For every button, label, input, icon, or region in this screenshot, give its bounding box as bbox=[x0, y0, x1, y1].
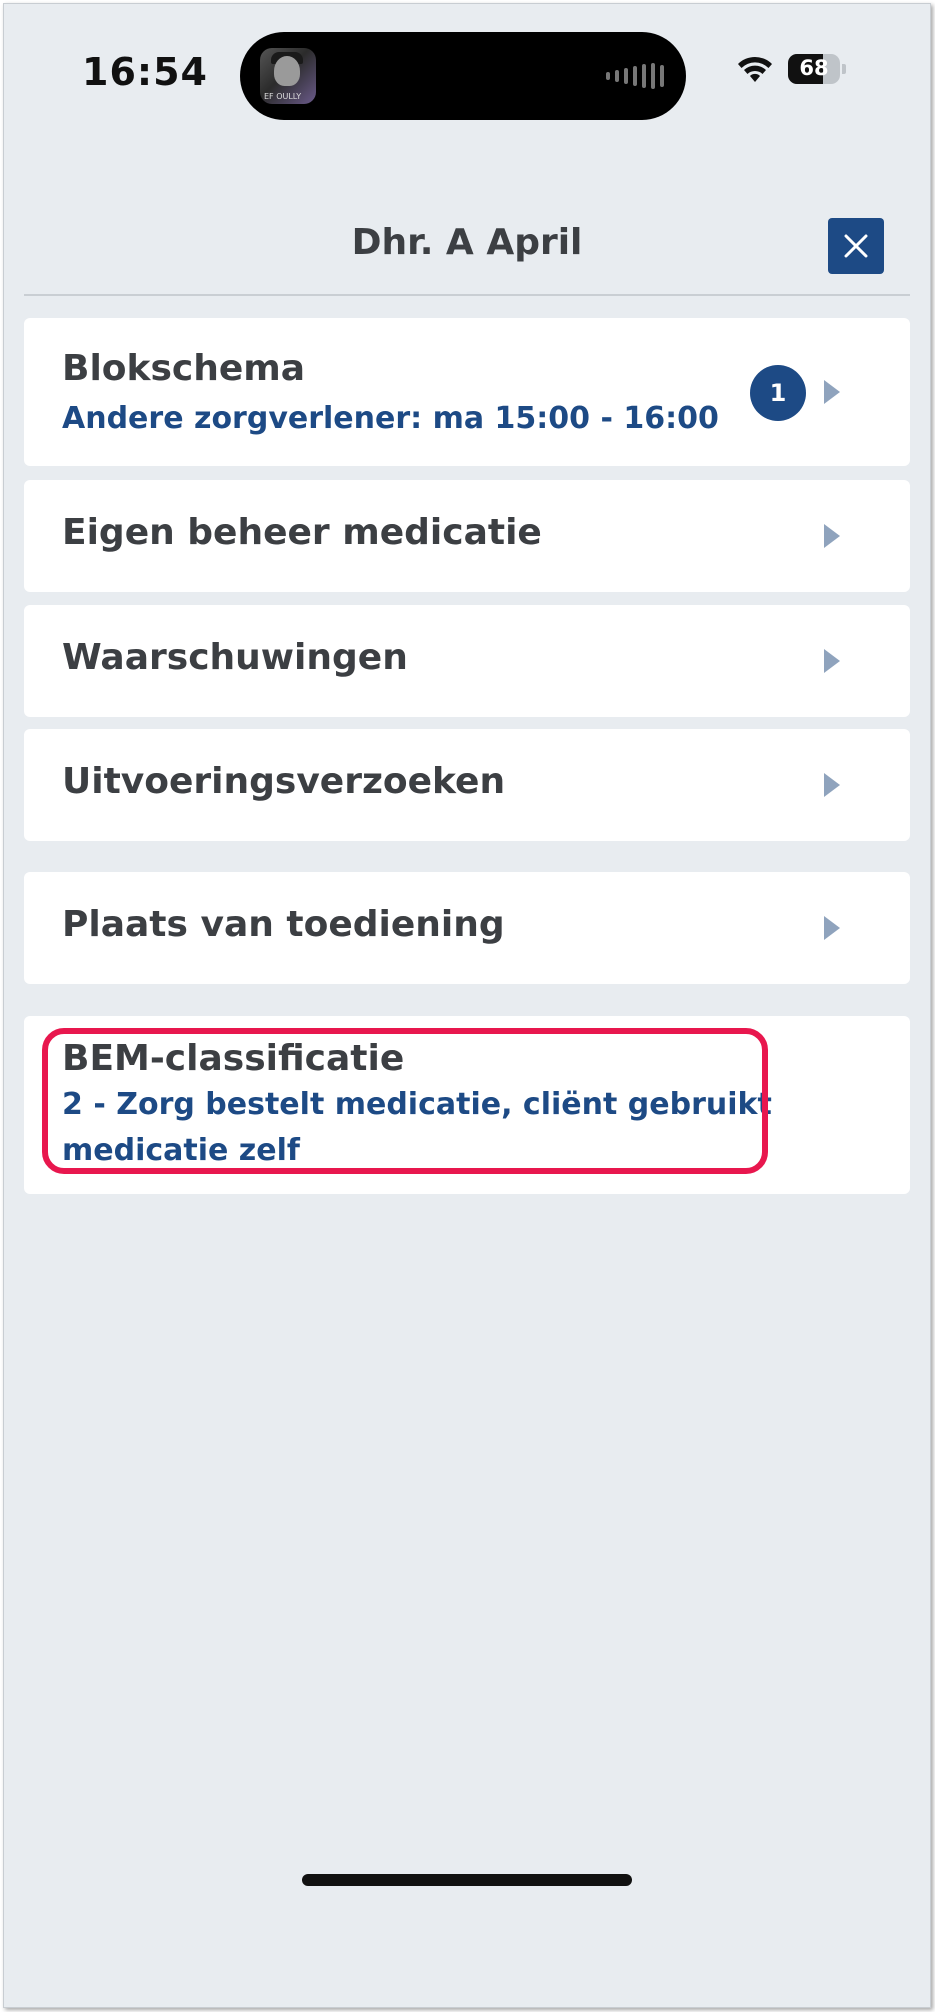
status-time: 16:54 bbox=[82, 50, 208, 94]
list-item-title: Uitvoeringsverzoeken bbox=[62, 761, 506, 802]
battery-icon: 68 bbox=[788, 54, 840, 84]
list-item-title: Blokschema bbox=[62, 348, 306, 389]
chevron-right-icon bbox=[824, 380, 840, 404]
chevron-right-icon bbox=[824, 916, 840, 940]
chevron-right-icon bbox=[824, 773, 840, 797]
list-item-title: Plaats van toediening bbox=[62, 904, 505, 945]
list-item-eigen-beheer-medicatie[interactable]: Eigen beheer medicatie bbox=[24, 480, 910, 592]
header: Dhr. A April bbox=[24, 204, 910, 296]
close-button[interactable] bbox=[828, 218, 884, 274]
highlight-annotation bbox=[42, 1028, 768, 1174]
status-icons: 68 bbox=[736, 54, 846, 84]
wifi-icon bbox=[738, 56, 772, 82]
list-item-waarschuwingen[interactable]: Waarschuwingen bbox=[24, 605, 910, 717]
audio-waveform-icon bbox=[606, 62, 664, 90]
list-item-bem-classificatie: BEM-classificatie 2 - Zorg bestelt medic… bbox=[24, 1016, 910, 1194]
phone-screen: 16:54 EF OULLY 68 Dhr. A April Blokschem… bbox=[3, 3, 931, 2008]
dynamic-island[interactable]: EF OULLY bbox=[240, 32, 686, 120]
home-indicator[interactable] bbox=[302, 1874, 632, 1886]
list-item-uitvoeringsverzoeken[interactable]: Uitvoeringsverzoeken bbox=[24, 729, 910, 841]
now-playing-artwork: EF OULLY bbox=[260, 48, 316, 104]
close-icon bbox=[844, 234, 868, 258]
battery-level: 68 bbox=[799, 56, 829, 80]
list-item-title: Eigen beheer medicatie bbox=[62, 512, 542, 553]
artwork-text: EF OULLY bbox=[264, 92, 302, 101]
count-badge: 1 bbox=[750, 365, 806, 421]
chevron-right-icon bbox=[824, 524, 840, 548]
page-title: Dhr. A April bbox=[351, 222, 583, 263]
list-item-blokschema[interactable]: Blokschema Andere zorgverlener: ma 15:00… bbox=[24, 318, 910, 466]
battery-nub bbox=[842, 64, 846, 74]
list-item-subtitle: Andere zorgverlener: ma 15:00 - 16:00 bbox=[62, 401, 719, 436]
chevron-right-icon bbox=[824, 649, 840, 673]
list-item-plaats-van-toediening[interactable]: Plaats van toediening bbox=[24, 872, 910, 984]
list-item-title: Waarschuwingen bbox=[62, 637, 408, 678]
